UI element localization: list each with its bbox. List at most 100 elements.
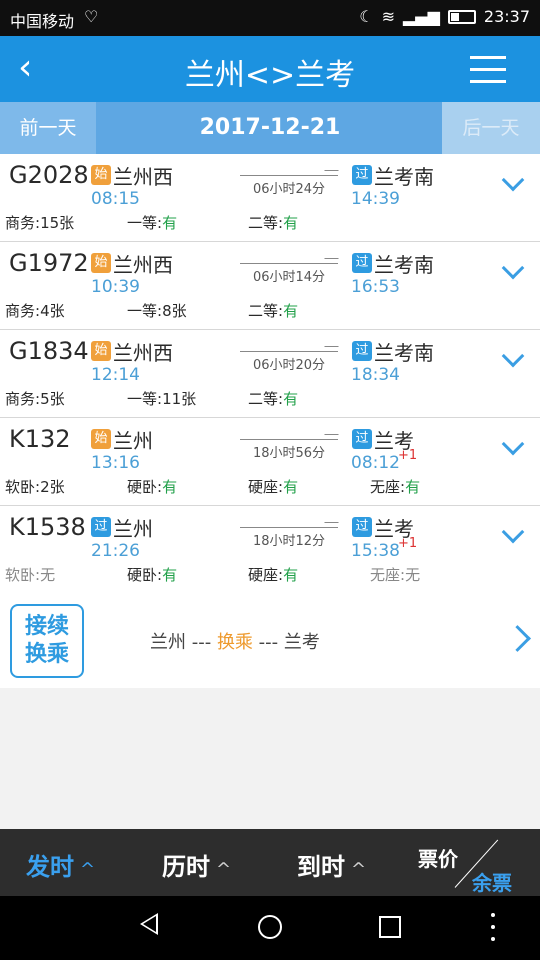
wifi-icon: ≋ [381,7,395,26]
expand-chevron-icon[interactable] [500,526,526,544]
train-code: G2028 [9,161,89,189]
arrival-time: 18:34 [351,365,400,385]
system-nav-bar [0,896,540,960]
departure-station: 兰州西 [113,165,173,189]
clock: 23:37 [483,7,530,26]
departure-time: 10:39 [91,277,140,297]
pass-tag: 过 [352,253,372,273]
arrival-station: 兰考南 [374,253,434,277]
seat-info: 一等:有 [127,214,178,232]
travel-duration: 18小时56分 [252,446,326,461]
chevron-right-icon[interactable] [508,625,530,647]
battery-icon [447,9,476,24]
seat-info: 二等:有 [248,390,299,408]
pass-tag: 过 [352,429,372,449]
departure-station: 兰州西 [113,253,173,277]
departure-time: 13:16 [91,453,140,473]
pass-tag: 过 [352,165,372,185]
caret-up-icon: ^ [216,859,232,880]
nav-more-icon[interactable] [491,913,495,941]
seat-info: 硬卧:有 [127,566,178,584]
transfer-button[interactable]: 接续 换乘 [10,604,84,678]
train-list: G2028 始 兰州西 08:15 06小时24分 过 兰考南 14:39 商务… [0,154,540,594]
seat-info: 硬座:有 [248,478,299,496]
status-bar: 中国移动 ♡ ☾ ≋ ▂▄▆ 23:37 [0,0,540,36]
origin-tag: 始 [91,429,111,449]
train-code: G1834 [9,337,89,365]
departure-time: 12:14 [91,365,140,385]
app-header: ‹ 兰州<>兰考 [0,36,540,102]
health-icon: ♡ [84,7,99,26]
seat-info: 二等:有 [248,214,299,232]
sort-bar: 发时 ^ 历时 ^ 到时 ^ 票价 余票 [0,829,540,896]
next-day-marker: +1 [398,448,418,463]
train-row[interactable]: K1538 过 兰州 21:26 18小时12分 过 兰考 15:38 +1 软… [0,506,540,594]
train-row[interactable]: G2028 始 兰州西 08:15 06小时24分 过 兰考南 14:39 商务… [0,154,540,242]
train-row[interactable]: G1972 始 兰州西 10:39 06小时14分 过 兰考南 16:53 商务… [0,242,540,330]
train-row[interactable]: K132 始 兰州 13:16 18小时56分 过 兰考 08:12 +1 软卧… [0,418,540,506]
departure-time: 21:26 [91,541,140,561]
seat-info: 无座:无 [370,566,421,584]
transfer-route: 兰州 --- 换乘 --- 兰考 [150,632,320,653]
nav-recent-apps-icon[interactable] [379,916,401,938]
arrival-time: 14:39 [351,189,400,209]
origin-tag: 始 [91,165,111,185]
moon-icon: ☾ [359,7,374,26]
departure-station: 兰州 [113,517,153,541]
seat-info: 商务:4张 [5,302,65,320]
arrival-time: 08:12 [351,453,400,473]
pass-tag: 过 [91,517,111,537]
arrival-time: 16:53 [351,277,400,297]
signal-icon: ▂▄▆ [402,7,440,26]
arrival-station: 兰考南 [374,165,434,189]
sort-by-duration[interactable]: 历时 ^ [162,847,231,882]
route-title: 兰州<>兰考 [184,58,356,93]
transfer-row[interactable]: 接续 换乘 兰州 --- 换乘 --- 兰考 [0,592,540,688]
caret-up-icon: ^ [351,859,367,880]
origin-tag: 始 [91,253,111,273]
sort-by-departure[interactable]: 发时 ^ [26,847,95,882]
travel-duration: 18小时12分 [252,534,326,549]
train-code: G1972 [9,249,89,277]
expand-chevron-icon[interactable] [500,174,526,192]
sort-by-remaining[interactable]: 余票 [472,867,512,896]
train-code: K1538 [9,513,86,541]
arrival-station: 兰考南 [374,341,434,365]
seat-info: 二等:有 [248,302,299,320]
expand-chevron-icon[interactable] [500,438,526,456]
expand-chevron-icon[interactable] [500,350,526,368]
nav-back-icon[interactable] [140,913,158,935]
seat-info: 商务:15张 [5,214,75,232]
sort-by-price[interactable]: 票价 [418,843,458,872]
nav-home-icon[interactable] [258,915,282,939]
departure-station: 兰州西 [113,341,173,365]
departure-station: 兰州 [113,429,153,453]
expand-chevron-icon[interactable] [500,262,526,280]
caret-up-icon: ^ [80,859,96,880]
menu-button[interactable] [470,56,506,84]
status-icons: ☾ ≋ ▂▄▆ 23:37 [359,7,530,26]
arrival-time: 15:38 [351,541,400,561]
seat-info: 商务:5张 [5,390,65,408]
departure-time: 08:15 [91,189,140,209]
seat-info: 硬卧:有 [127,478,178,496]
travel-duration: 06小时20分 [252,358,326,373]
pass-tag: 过 [352,517,372,537]
seat-info: 无座:有 [370,478,421,496]
travel-duration: 06小时14分 [252,270,326,285]
seat-info: 软卧:无 [5,566,56,584]
train-row[interactable]: G1834 始 兰州西 12:14 06小时20分 过 兰考南 18:34 商务… [0,330,540,418]
carrier-name: 中国移动 [10,12,75,31]
sort-by-arrival[interactable]: 到时 ^ [297,847,366,882]
seat-info: 硬座:有 [248,566,299,584]
seat-info: 一等:11张 [127,390,197,408]
next-day-marker: +1 [398,536,418,551]
train-code: K132 [9,425,71,453]
date-bar: 前一天 2017-12-21 后一天 [0,102,540,154]
seat-info: 一等:8张 [127,302,187,320]
pass-tag: 过 [352,341,372,361]
seat-info: 软卧:2张 [5,478,65,496]
travel-duration: 06小时24分 [252,182,326,197]
origin-tag: 始 [91,341,111,361]
next-day-button[interactable]: 后一天 [442,102,540,154]
